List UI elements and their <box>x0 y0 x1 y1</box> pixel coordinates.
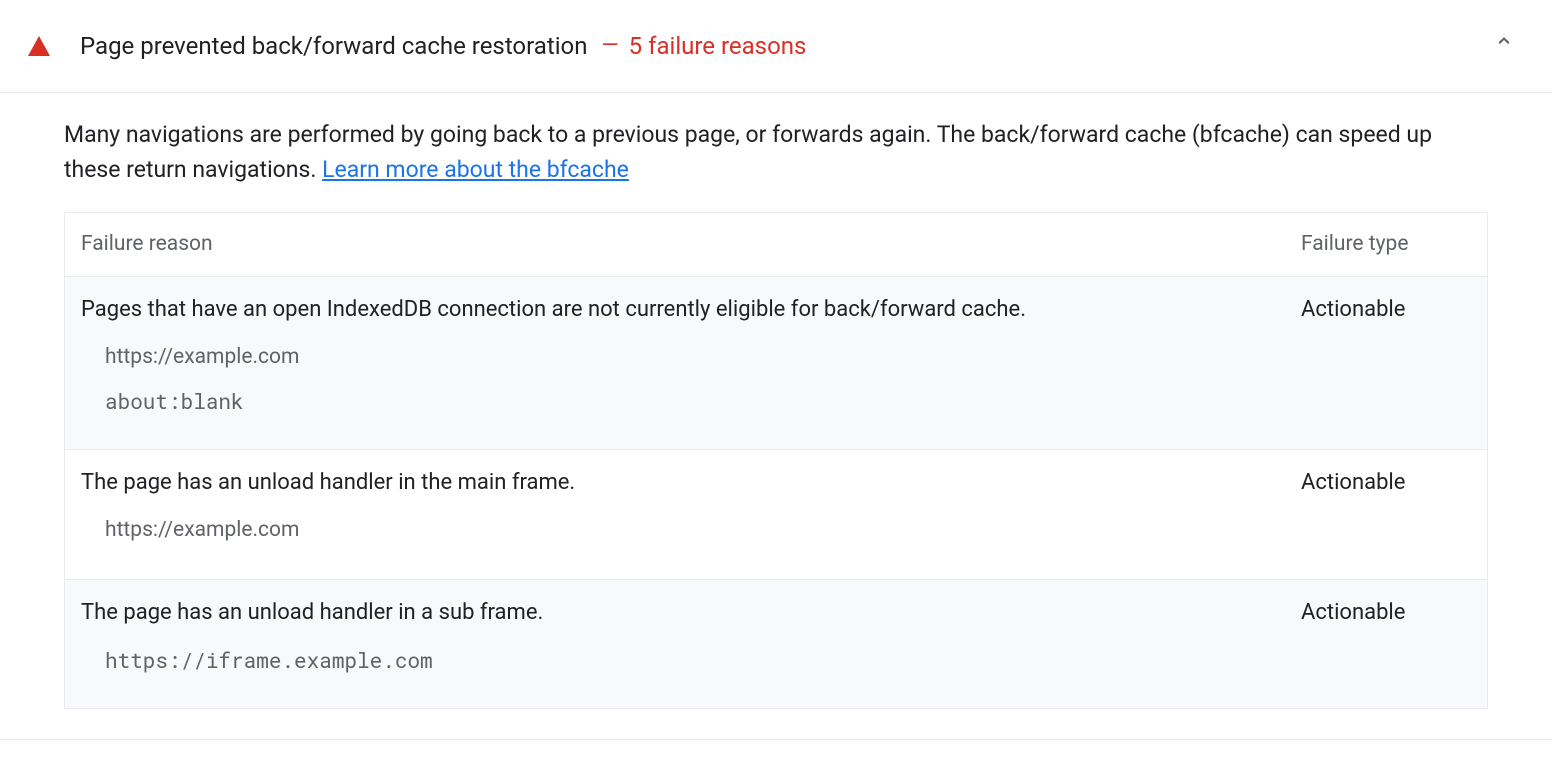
detail-list: https://example.com <box>81 515 1471 547</box>
table-row: The page has an unload handler in a sub … <box>65 580 1487 709</box>
column-header-type: Failure type <box>1301 229 1471 261</box>
table-row: Pages that have an open IndexedDB connec… <box>65 277 1487 450</box>
audit-header: Page prevented back/forward cache restor… <box>0 0 1552 93</box>
detail-item: https://example.com <box>105 515 1471 547</box>
table-row: The page has an unload handler in the ma… <box>65 450 1487 580</box>
separator-dash: — <box>601 29 618 62</box>
failure-table: Failure reason Failure type Pages that h… <box>64 212 1488 710</box>
failure-type: Actionable <box>1301 293 1471 326</box>
description-text: Many navigations are performed by going … <box>64 121 1432 184</box>
warning-triangle-icon <box>28 36 50 56</box>
column-header-reason: Failure reason <box>81 229 1301 261</box>
collapse-toggle[interactable] <box>1484 20 1524 72</box>
failure-reason: The page has an unload handler in the ma… <box>81 466 1301 499</box>
audit-title: Page prevented back/forward cache restor… <box>80 28 587 64</box>
failure-reason: Pages that have an open IndexedDB connec… <box>81 293 1301 326</box>
detail-item: https://example.com <box>105 342 1471 374</box>
failure-type: Actionable <box>1301 466 1471 499</box>
failure-count: 5 failure reasons <box>629 28 807 64</box>
learn-more-link[interactable]: Learn more about the bfcache <box>322 156 629 183</box>
chevron-up-icon <box>1494 31 1514 51</box>
table-header-row: Failure reason Failure type <box>65 213 1487 278</box>
failure-reason: The page has an unload handler in a sub … <box>81 596 1301 629</box>
audit-description: Many navigations are performed by going … <box>0 93 1552 212</box>
detail-item: about:blank <box>105 386 1471 418</box>
detail-list: https://iframe.example.com <box>81 645 1471 677</box>
failure-type: Actionable <box>1301 596 1471 629</box>
detail-item: https://iframe.example.com <box>105 645 1471 677</box>
detail-list: https://example.com about:blank <box>81 342 1471 417</box>
